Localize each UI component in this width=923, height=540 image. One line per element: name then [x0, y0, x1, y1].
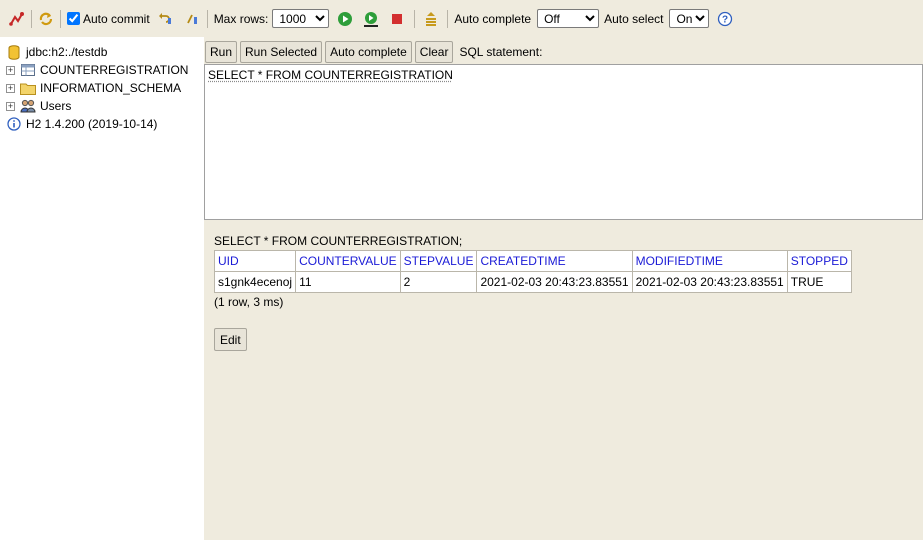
- run-icon[interactable]: [337, 11, 353, 27]
- column-header[interactable]: STOPPED: [786, 250, 852, 272]
- max-rows-select[interactable]: 1000: [272, 9, 330, 28]
- database-icon: [6, 44, 22, 60]
- auto-complete-button[interactable]: Auto complete: [325, 41, 412, 63]
- toolbar-separator: [31, 9, 32, 28]
- toolbar-separator: [414, 9, 416, 28]
- auto-commit-checkbox[interactable]: [67, 12, 80, 25]
- toolbar-separator: [60, 9, 61, 28]
- refresh-icon[interactable]: [38, 11, 54, 27]
- edit-button[interactable]: Edit: [214, 328, 247, 351]
- table-cell: TRUE: [786, 271, 852, 293]
- table-cell: s1gnk4ecenoj: [213, 271, 297, 293]
- expand-icon[interactable]: +: [6, 83, 15, 93]
- tree-version: H2 1.4.200 (2019-10-14): [0, 115, 204, 133]
- info-icon: [6, 116, 22, 132]
- column-header[interactable]: UID: [213, 250, 297, 272]
- auto-select-label: Auto select: [604, 11, 664, 26]
- table-row: s1gnk4ecenoj 11 2 2021-02-03 20:43:23.83…: [213, 271, 852, 293]
- toolbar-separator: [447, 9, 449, 28]
- commit-icon[interactable]: [185, 11, 201, 27]
- query-button-row: Run Run Selected Auto complete Clear SQL…: [205, 41, 542, 63]
- auto-select-select[interactable]: On: [669, 9, 710, 28]
- table-icon: [20, 62, 36, 78]
- rollback-icon[interactable]: [157, 11, 173, 27]
- help-label: ?: [722, 14, 728, 25]
- tree-item-users[interactable]: + Users: [0, 97, 204, 115]
- history-icon[interactable]: [423, 11, 439, 27]
- tree-connection[interactable]: jdbc:h2:./testdb: [0, 43, 204, 61]
- result-header-row: UID COUNTERVALUE STEPVALUE CREATEDTIME M…: [213, 250, 852, 272]
- tree-item-label: COUNTERREGISTRATION: [40, 63, 189, 77]
- row-count: (1 row, 3 ms): [214, 295, 284, 309]
- expand-icon[interactable]: +: [6, 101, 15, 111]
- object-tree: jdbc:h2:./testdb + COUNTERREGISTRATION +…: [0, 37, 204, 540]
- table-cell: 11: [295, 271, 401, 293]
- column-header[interactable]: MODIFIEDTIME: [631, 250, 788, 272]
- tree-item-counterregistration[interactable]: + COUNTERREGISTRATION: [0, 61, 204, 79]
- result-panel: SELECT * FROM COUNTERREGISTRATION; UID C…: [204, 223, 923, 540]
- sql-statement-label: SQL statement:: [459, 45, 543, 59]
- disconnect-icon[interactable]: [9, 11, 25, 27]
- stop-icon[interactable]: [389, 11, 405, 27]
- column-header[interactable]: COUNTERVALUE: [295, 250, 401, 272]
- users-icon: [20, 98, 36, 114]
- query-panel: Run Run Selected Auto complete Clear SQL…: [204, 37, 923, 223]
- auto-commit-label: Auto commit: [83, 11, 150, 26]
- table-cell: 2021-02-03 20:43:23.83551: [631, 271, 788, 293]
- run-selected-button[interactable]: Run Selected: [240, 41, 323, 63]
- version-label: H2 1.4.200 (2019-10-14): [26, 117, 158, 131]
- column-header[interactable]: STEPVALUE: [399, 250, 478, 272]
- sql-text: SELECT * FROM COUNTERREGISTRATION: [208, 68, 453, 82]
- result-table: UID COUNTERVALUE STEPVALUE CREATEDTIME M…: [213, 250, 852, 293]
- tree-item-label: INFORMATION_SCHEMA: [40, 81, 182, 95]
- tree-item-information-schema[interactable]: + INFORMATION_SCHEMA: [0, 79, 204, 97]
- auto-complete-label: Auto complete: [454, 11, 532, 26]
- table-cell: 2021-02-03 20:43:23.83551: [476, 271, 633, 293]
- clear-button[interactable]: Clear: [414, 41, 454, 63]
- auto-complete-select[interactable]: Off: [537, 9, 600, 28]
- folder-icon: [20, 80, 36, 96]
- run-button[interactable]: Run: [205, 41, 238, 63]
- sql-editor[interactable]: SELECT * FROM COUNTERREGISTRATION: [204, 64, 923, 220]
- result-sql: SELECT * FROM COUNTERREGISTRATION;: [214, 234, 463, 248]
- help-icon[interactable]: ?: [717, 11, 733, 27]
- tree-item-label: Users: [40, 99, 72, 113]
- toolbar-separator: [206, 9, 208, 28]
- max-rows-label: Max rows:: [213, 11, 269, 26]
- auto-commit-toggle[interactable]: Auto commit: [67, 12, 150, 26]
- column-header[interactable]: CREATEDTIME: [476, 250, 633, 272]
- toolbar: Auto commit Max rows: 1000 Auto complete…: [0, 0, 923, 37]
- run-selected-icon[interactable]: [363, 11, 379, 27]
- expand-icon[interactable]: +: [6, 65, 15, 75]
- tree-connection-label: jdbc:h2:./testdb: [26, 45, 108, 59]
- table-cell: 2: [399, 271, 478, 293]
